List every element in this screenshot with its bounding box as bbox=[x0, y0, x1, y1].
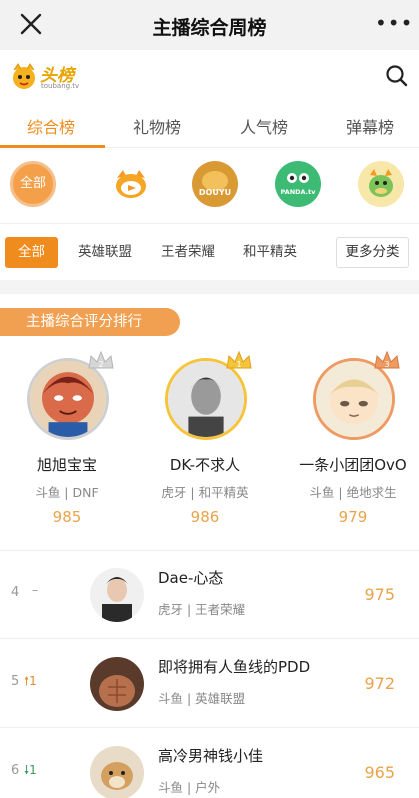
tab-gift[interactable]: 礼物榜 bbox=[133, 114, 181, 138]
category-peace-elite[interactable]: 和平精英 bbox=[243, 237, 297, 268]
tab-overall[interactable]: 综合榜 bbox=[27, 114, 75, 138]
streamer-name: DK-不求人 bbox=[169, 456, 241, 474]
streamer-score: 985 bbox=[52, 508, 82, 526]
avatar bbox=[90, 568, 144, 622]
app-logo[interactable]: 头榜 toubang.tv bbox=[9, 60, 81, 92]
platform-all-button[interactable]: 全部 bbox=[10, 161, 56, 207]
list-item[interactable]: 6 🠗1 高冷男神钱小佳 斗鱼 | 户外 965 bbox=[0, 729, 419, 798]
page-title: 主播综合周榜 bbox=[152, 17, 267, 39]
streamer-name: Dae-心态 bbox=[158, 569, 224, 587]
list-item[interactable]: 4 – Dae-心态 虎牙 | 王者荣耀 975 bbox=[0, 551, 419, 639]
streamer-platform: 斗鱼 | 绝地求生 bbox=[309, 485, 397, 500]
streamer-platform: 斗鱼 | 英雄联盟 bbox=[158, 691, 246, 706]
streamer-platform: 虎牙 | 和平精英 bbox=[161, 485, 249, 500]
rank-number: 6 bbox=[11, 763, 20, 778]
avatar bbox=[90, 746, 144, 798]
category-filter: 全部 英雄联盟 王者荣耀 和平精英 更多分类 bbox=[0, 224, 419, 280]
streamer-score: 986 bbox=[190, 508, 220, 526]
trend-indicator: 🠕1 bbox=[24, 674, 37, 688]
rank-number: 5 bbox=[11, 674, 20, 689]
svg-text:3: 3 bbox=[384, 360, 389, 369]
top-streamer-3[interactable]: 3 一条小团团OvO 斗鱼 | 绝地求生 979 bbox=[288, 350, 418, 550]
more-menu-icon[interactable]: ••• bbox=[375, 8, 412, 38]
panda-logo-icon[interactable]: PANDA.tv bbox=[275, 161, 321, 207]
streamer-score: 979 bbox=[338, 508, 368, 526]
top-streamer-2[interactable]: 2 旭旭宝宝 斗鱼 | DNF 985 bbox=[2, 350, 132, 550]
bronze-crown-icon: 3 bbox=[374, 350, 400, 369]
streamer-score: 965 bbox=[364, 763, 395, 782]
streamer-name: 一条小团团OvO bbox=[299, 456, 407, 474]
ranking-section: 主播综合评分排行 2 旭旭宝宝 斗鱼 | DNF 985 1 DK-不求人 虎牙… bbox=[0, 294, 419, 798]
dragon-logo-icon[interactable] bbox=[358, 161, 404, 207]
streamer-name: 旭旭宝宝 bbox=[36, 456, 97, 474]
ranking-banner: 主播综合评分排行 bbox=[0, 308, 180, 336]
streamer-name: 即将拥有人鱼线的PDD bbox=[158, 658, 311, 676]
more-categories-button[interactable]: 更多分类 bbox=[336, 237, 409, 268]
trend-indicator: 🠗1 bbox=[24, 763, 37, 777]
title-bar: 主播综合周榜 ••• bbox=[0, 0, 419, 50]
streamer-platform: 斗鱼 | DNF bbox=[35, 485, 99, 500]
brand-domain: toubang.tv bbox=[41, 82, 80, 90]
rank-number: 4 bbox=[11, 585, 20, 600]
avatar bbox=[90, 657, 144, 711]
category-all[interactable]: 全部 bbox=[5, 237, 58, 268]
ranking-type-tabs: 综合榜 礼物榜 人气榜 弹幕榜 bbox=[0, 102, 419, 148]
svg-text:2: 2 bbox=[98, 360, 103, 369]
trend-indicator: – bbox=[32, 583, 38, 597]
silver-crown-icon: 2 bbox=[88, 350, 114, 369]
tab-danmaku[interactable]: 弹幕榜 bbox=[346, 114, 394, 138]
douyu-logo-icon[interactable]: DOUYU bbox=[192, 161, 238, 207]
list-item[interactable]: 5 🠕1 即将拥有人鱼线的PDD 斗鱼 | 英雄联盟 972 bbox=[0, 640, 419, 728]
top-streamer-1[interactable]: 1 DK-不求人 虎牙 | 和平精英 986 bbox=[140, 350, 270, 550]
category-honor-of-kings[interactable]: 王者荣耀 bbox=[161, 237, 215, 268]
section-gap bbox=[0, 280, 419, 294]
search-icon[interactable] bbox=[385, 64, 409, 88]
streamer-platform: 斗鱼 | 户外 bbox=[158, 780, 221, 795]
platform-filter: 全部 DOUYU PANDA.tv bbox=[0, 148, 419, 224]
douyu-logo-text: DOUYU bbox=[199, 188, 231, 197]
svg-text:1: 1 bbox=[236, 360, 241, 369]
logo-mascot-icon bbox=[13, 63, 35, 89]
streamer-score: 975 bbox=[364, 585, 395, 604]
streamer-name: 高冷男神钱小佳 bbox=[158, 747, 264, 765]
panda-logo-text: PANDA.tv bbox=[281, 188, 317, 196]
huya-logo-icon[interactable] bbox=[108, 161, 154, 207]
streamer-score: 972 bbox=[364, 674, 395, 693]
tab-popularity[interactable]: 人气榜 bbox=[240, 114, 288, 138]
streamer-platform: 虎牙 | 王者荣耀 bbox=[158, 602, 246, 617]
category-lol[interactable]: 英雄联盟 bbox=[78, 237, 132, 268]
gold-crown-icon: 1 bbox=[226, 350, 252, 369]
brand-bar: 头榜 toubang.tv bbox=[0, 50, 419, 102]
